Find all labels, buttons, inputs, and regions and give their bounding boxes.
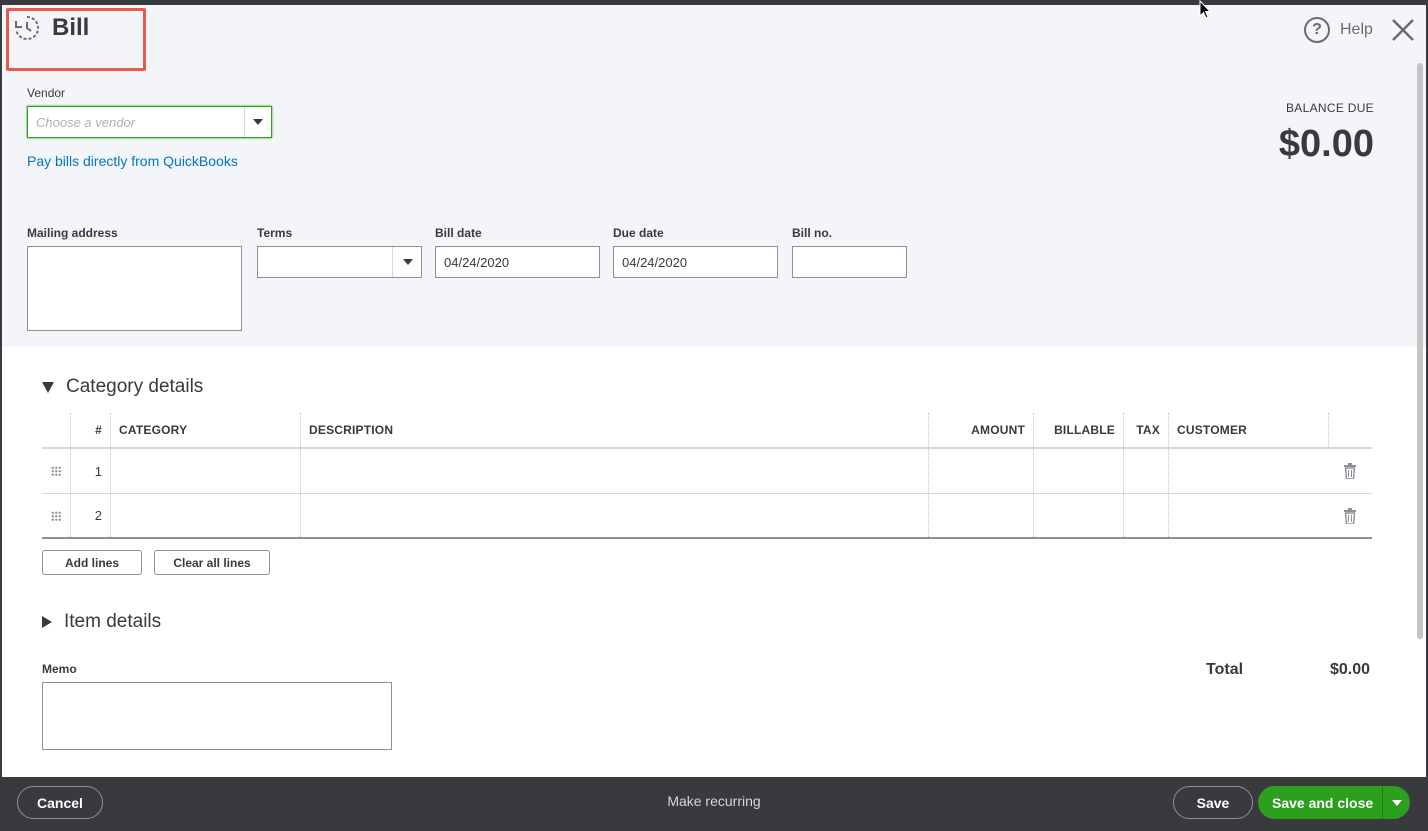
help-icon: ?: [1304, 17, 1330, 43]
billable-cell[interactable]: [1033, 449, 1123, 493]
drag-column-header: [42, 413, 70, 447]
close-icon[interactable]: [1388, 15, 1418, 45]
memo-label: Memo: [42, 662, 77, 676]
drag-handle-icon: [51, 466, 61, 476]
table-row[interactable]: 1: [42, 449, 1372, 494]
clear-all-lines-button[interactable]: Clear all lines: [154, 550, 270, 575]
drag-handle-icon: [51, 510, 61, 521]
collapse-triangle-icon: [42, 381, 54, 393]
help-button[interactable]: ? Help: [1304, 17, 1373, 43]
description-cell[interactable]: [300, 449, 928, 493]
column-header-num: #: [70, 413, 110, 447]
category-cell[interactable]: [110, 449, 300, 493]
trash-icon: [1344, 463, 1356, 479]
due-date-input[interactable]: 04/24/2020: [613, 246, 778, 278]
balance-due-value: $0.00: [1278, 123, 1374, 165]
customer-cell[interactable]: [1168, 494, 1328, 537]
tax-cell[interactable]: [1123, 449, 1168, 493]
column-header-category: CATEGORY: [110, 413, 300, 447]
delete-row-button[interactable]: [1328, 449, 1372, 493]
column-header-description: DESCRIPTION: [300, 413, 928, 447]
bill-date-value: 04/24/2020: [444, 255, 510, 270]
terms-select[interactable]: [257, 246, 422, 278]
row-number: 1: [70, 449, 110, 493]
pay-bills-link[interactable]: Pay bills directly from QuickBooks: [27, 153, 238, 169]
total-label: Total: [1206, 661, 1244, 678]
chevron-down-icon: [403, 259, 413, 265]
chevron-down-icon[interactable]: [1392, 800, 1402, 806]
help-label: Help: [1340, 21, 1373, 38]
vendor-select[interactable]: Choose a vendor: [27, 106, 272, 138]
terms-dropdown-toggle[interactable]: [392, 247, 421, 277]
tax-cell[interactable]: [1123, 494, 1168, 537]
column-header-customer: CUSTOMER: [1168, 413, 1328, 447]
balance-due-label: BALANCE DUE: [1286, 101, 1374, 115]
trash-icon: [1344, 507, 1356, 524]
amount-cell[interactable]: [928, 449, 1033, 493]
expand-triangle-icon: [42, 616, 52, 628]
table-header-row: # CATEGORY DESCRIPTION AMOUNT BILLABLE T…: [42, 413, 1372, 449]
vendor-placeholder: Choose a vendor: [36, 115, 136, 130]
chevron-down-icon: [253, 119, 263, 125]
mailing-address-label: Mailing address: [27, 226, 118, 240]
description-cell[interactable]: [300, 494, 928, 537]
category-details-toggle[interactable]: Category details: [42, 376, 203, 398]
category-details-title: Category details: [66, 376, 204, 397]
amount-cell[interactable]: [928, 494, 1033, 537]
table-row[interactable]: 2: [42, 494, 1372, 539]
delete-row-button[interactable]: [1328, 494, 1372, 537]
due-date-label: Due date: [613, 226, 664, 240]
mouse-cursor-icon: [1199, 0, 1211, 19]
delete-column-header: [1328, 413, 1372, 447]
item-details-title: Item details: [64, 611, 162, 632]
add-lines-button[interactable]: Add lines: [42, 550, 142, 575]
row-number: 2: [70, 494, 110, 537]
save-button[interactable]: Save: [1173, 786, 1253, 819]
customer-cell[interactable]: [1168, 449, 1328, 493]
billable-cell[interactable]: [1033, 494, 1123, 537]
bill-no-input[interactable]: [792, 246, 907, 278]
column-header-billable: BILLABLE: [1033, 413, 1123, 447]
item-details-toggle[interactable]: Item details: [42, 611, 161, 633]
memo-input[interactable]: [42, 682, 392, 750]
drag-handle[interactable]: [42, 449, 70, 493]
save-and-close-label: Save and close: [1272, 795, 1374, 811]
split-divider: [1382, 786, 1383, 819]
mailing-address-input[interactable]: [27, 246, 242, 331]
bill-no-label: Bill no.: [792, 226, 832, 240]
vertical-scrollbar[interactable]: [1417, 63, 1423, 639]
footer-bar: Cancel Make recurring Save Save and clos…: [0, 777, 1428, 831]
due-date-value: 04/24/2020: [622, 255, 688, 270]
vendor-label: Vendor: [27, 86, 66, 100]
category-cell[interactable]: [110, 494, 300, 537]
terms-label: Terms: [257, 226, 293, 240]
column-header-tax: TAX: [1123, 413, 1168, 447]
bill-window: Bill ? Help Vendor Choose a vendor Pay b…: [2, 5, 1426, 777]
save-and-close-button[interactable]: Save and close: [1258, 786, 1410, 819]
vendor-dropdown-toggle[interactable]: [244, 107, 271, 137]
bill-date-input[interactable]: 04/24/2020: [435, 246, 600, 278]
category-details-table: # CATEGORY DESCRIPTION AMOUNT BILLABLE T…: [42, 413, 1372, 539]
title-highlight-box: [6, 8, 146, 71]
column-header-amount: AMOUNT: [928, 413, 1033, 447]
drag-handle[interactable]: [42, 494, 70, 537]
bill-date-label: Bill date: [435, 226, 482, 240]
total-value: $0.00: [1329, 661, 1370, 678]
